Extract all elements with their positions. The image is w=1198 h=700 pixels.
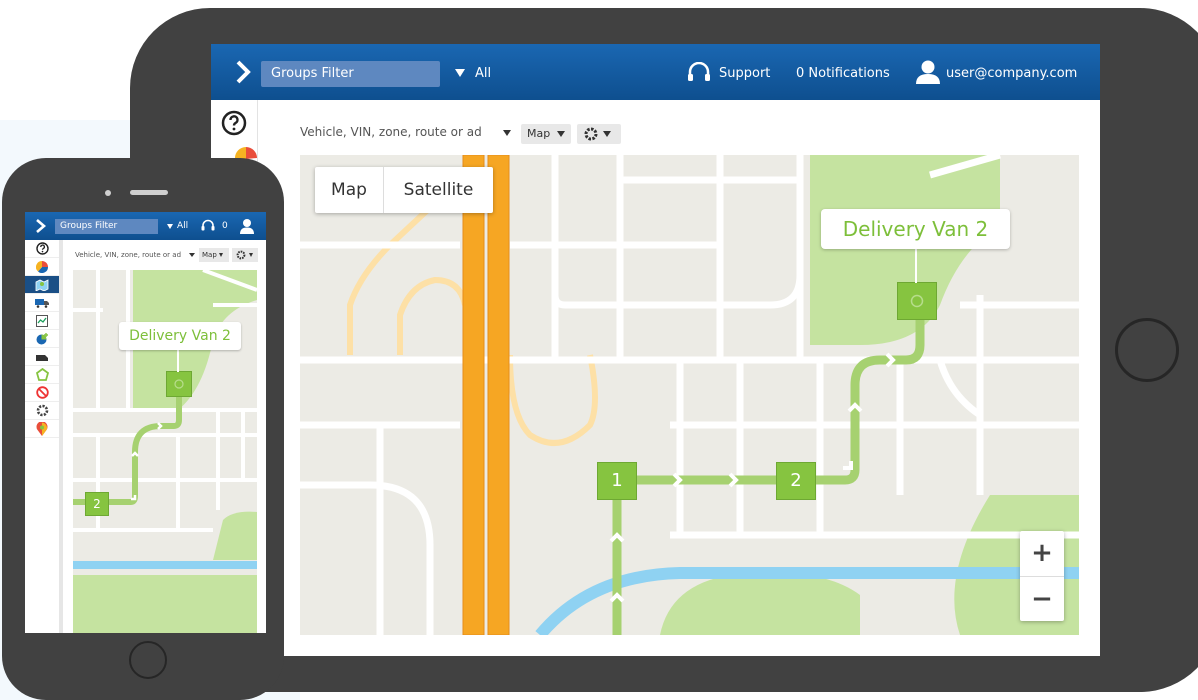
route-stop-1[interactable]: 1 <box>597 462 637 500</box>
sidebar-item-map[interactable] <box>25 276 59 294</box>
settings-chevron-icon <box>603 131 611 137</box>
mobile-groups-dropdown-icon[interactable] <box>167 224 173 229</box>
groups-all-label[interactable]: All <box>475 66 491 82</box>
headset-icon[interactable] <box>687 62 711 84</box>
phone-camera <box>105 190 111 196</box>
map-type-dropdown[interactable]: Map <box>521 124 571 144</box>
vehicle-marker-icon <box>910 294 924 308</box>
sidebar-item-exceptions[interactable] <box>25 384 59 402</box>
vehicle-search-input[interactable]: Vehicle, VIN, zone, route or ad <box>300 119 520 145</box>
mobile-vehicle-label-pointer <box>177 350 179 372</box>
chevron-right-icon[interactable] <box>35 219 47 233</box>
sidebar-item-marketplace[interactable] <box>25 420 59 438</box>
mobile-notifications-count[interactable]: 0 <box>222 221 228 231</box>
sidebar-item-dashboard[interactable] <box>25 258 59 276</box>
sidebar-item-zones[interactable] <box>25 366 59 384</box>
map-icon <box>35 278 49 291</box>
vehicle-label-pointer <box>915 249 917 283</box>
activity-chart-icon <box>36 314 48 327</box>
user-icon[interactable] <box>239 218 255 234</box>
zoom-out-button[interactable]: − <box>1020 577 1064 622</box>
satellite-toggle-button[interactable]: Satellite <box>384 167 493 213</box>
vehicle-label[interactable]: Delivery Van 2 <box>821 209 1010 249</box>
vehicle-marker[interactable] <box>897 282 937 320</box>
tablet-home-button <box>1115 318 1179 382</box>
mobile-map-settings-dropdown[interactable] <box>232 248 258 262</box>
map-settings-dropdown[interactable] <box>577 124 621 144</box>
mobile-sidebar <box>25 240 63 633</box>
map-pin-icon <box>36 421 48 436</box>
support-link[interactable]: Support <box>719 66 770 82</box>
search-dropdown-icon[interactable] <box>503 130 511 136</box>
mobile-groups-filter-input[interactable]: Groups Filter <box>55 219 158 234</box>
mobile-map-view[interactable]: 2 Delivery Van 2 <box>73 270 257 633</box>
sidebar-item-vehicles[interactable] <box>25 294 59 312</box>
help-icon <box>35 242 49 255</box>
chevron-right-icon[interactable] <box>233 60 255 84</box>
mobile-top-bar: Groups Filter All 0 <box>25 212 266 240</box>
user-icon[interactable] <box>915 59 941 85</box>
user-account[interactable]: user@company.com <box>946 66 1077 82</box>
phone-home-button <box>129 641 167 679</box>
truck-icon <box>35 298 49 308</box>
map-type-toggle: Map Satellite <box>315 167 493 213</box>
mobile-vehicle-label[interactable]: Delivery Van 2 <box>119 322 241 350</box>
pie-chart-plus-icon <box>36 332 48 344</box>
sidebar-item-reports[interactable] <box>25 330 59 348</box>
map-dropdown-chevron-icon <box>556 131 565 137</box>
mobile-vehicle-marker[interactable] <box>166 371 192 397</box>
notifications-link[interactable]: 0 Notifications <box>796 66 890 82</box>
zoom-in-button[interactable]: + <box>1020 531 1064 577</box>
help-icon[interactable] <box>221 110 247 136</box>
map-view[interactable]: Map Satellite 1 2 Delivery Van 2 + − <box>300 155 1079 635</box>
gear-icon <box>584 127 598 141</box>
gear-icon <box>236 250 246 260</box>
zone-icon <box>35 368 49 381</box>
route-stop-2[interactable]: 2 <box>776 462 816 500</box>
vehicle-marker-icon <box>174 379 184 389</box>
sidebar-item-settings[interactable] <box>25 402 59 420</box>
gear-icon <box>36 404 48 417</box>
mobile-route-stop-2[interactable]: 2 <box>85 492 109 516</box>
mobile-vehicle-search-input[interactable]: Vehicle, VIN, zone, route or ad <box>75 248 205 262</box>
sidebar-item-activity[interactable] <box>25 312 59 330</box>
mobile-settings-chevron-icon <box>249 253 253 257</box>
mobile-map-type-dropdown[interactable]: Map <box>199 248 229 262</box>
zoom-controls: + − <box>1020 531 1064 621</box>
vehicle-icon <box>36 354 48 361</box>
headset-icon[interactable] <box>201 219 215 232</box>
no-entry-icon <box>35 386 49 399</box>
tablet-screen: Groups Filter All Support 0 Notification… <box>211 44 1100 656</box>
mobile-map-dropdown-label: Map <box>202 251 217 259</box>
mobile-search-dropdown-icon[interactable] <box>189 253 195 257</box>
groups-dropdown-icon[interactable] <box>455 69 465 77</box>
mobile-groups-all-label[interactable]: All <box>177 221 188 231</box>
pie-chart-icon <box>36 260 48 273</box>
phone-speaker <box>130 190 168 195</box>
phone-screen: Groups Filter All 0 Vehicle, VIN, zone, … <box>25 212 266 633</box>
mobile-map-chevron-icon <box>219 253 224 257</box>
top-bar: Groups Filter All Support 0 Notification… <box>211 44 1100 100</box>
sidebar-item-help[interactable] <box>25 240 59 258</box>
sidebar-item-engine[interactable] <box>25 348 59 366</box>
map-toggle-button[interactable]: Map <box>315 167 384 213</box>
map-dropdown-label: Map <box>527 127 551 140</box>
groups-filter-input[interactable]: Groups Filter <box>261 61 440 87</box>
